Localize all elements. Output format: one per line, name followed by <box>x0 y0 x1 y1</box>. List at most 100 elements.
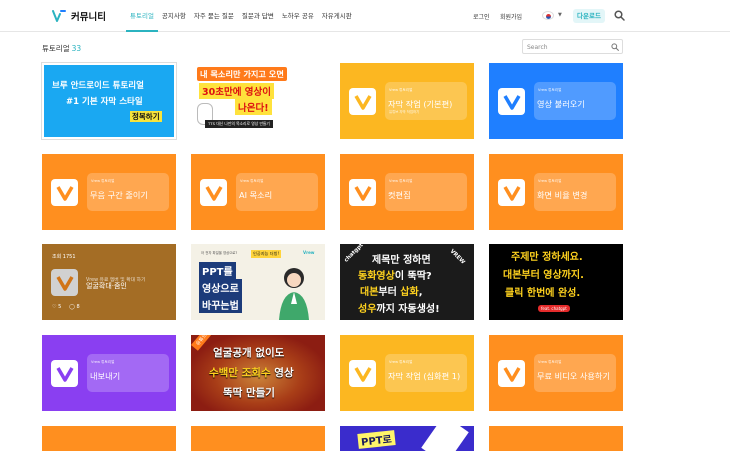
card-line: 바꾸는법 <box>199 296 242 313</box>
card-panel: Vrew 튜토리얼 자막 작업 (기본편) 유튜브 자막 작업하기 <box>385 82 467 120</box>
card-mark: Vrew <box>303 250 315 255</box>
card-panel: Vrew 튜토리얼 AI 목소리 <box>236 173 318 211</box>
card-badge: 인공지능 더빙! <box>251 250 282 258</box>
card-tag: Vrew 튜토리얼 <box>538 360 562 364</box>
search-input[interactable] <box>527 42 607 52</box>
card-label: 내보내기 <box>90 371 121 381</box>
card-label: 얼굴확대·줌인 <box>86 282 127 290</box>
card-line: 대본부터 삽화, <box>360 287 423 298</box>
download-button[interactable]: 다운로드 <box>573 9 605 23</box>
tutorial-card-ppt-partial[interactable]: PPT로 <box>340 426 474 451</box>
card-line: 대본부터 영상까지. <box>503 270 584 281</box>
card-badge: feat. chatgpt <box>538 305 570 312</box>
tutorial-card-subtitle-basic[interactable]: Vrew 튜토리얼 자막 작업 (기본편) 유튜브 자막 작업하기 <box>340 63 474 139</box>
nav-tutorial[interactable]: 튜토리얼 <box>126 0 158 32</box>
card-line: 30초만에 영상이 <box>199 83 274 99</box>
tutorial-card-aspect-ratio[interactable]: Vrew 튜토리얼 화면 비율 변경 <box>489 154 623 230</box>
brand-logo[interactable]: 커뮤니티 <box>52 9 106 23</box>
card-panel: Vrew 튜토리얼 화면 비율 변경 <box>534 173 616 211</box>
page-title-text: 튜토리얼 <box>42 44 70 53</box>
vrew-v-icon <box>349 179 376 206</box>
card-line: 성우까지 자동생성! <box>358 304 440 315</box>
card-label: 영상 불러오기 <box>537 99 585 109</box>
card-panel: Vrew 튜토리얼 자막 작업 (심화편 1) <box>385 354 467 392</box>
card-caption: 아 전자 파일을 영상으로? <box>201 251 238 255</box>
card-label: 무료 비디오 사용하기 <box>537 371 610 381</box>
card-line: 내 목소리만 가지고 오면 <box>197 67 287 81</box>
signup-link[interactable]: 회원가입 <box>500 12 522 21</box>
nav-free-board[interactable]: 자유게시판 <box>318 0 356 32</box>
tutorial-card-ppt-to-video[interactable]: 아 전자 파일을 영상으로? 인공지능 더빙! Vrew PPT를 영상으로 바… <box>191 244 325 320</box>
search-icon[interactable] <box>614 10 625 21</box>
card-line: 브루 안드로이드 튜토리얼 <box>52 81 144 91</box>
card-label: AI 목소리 <box>239 190 273 200</box>
card-line: 나온다! <box>235 99 272 115</box>
card-caption: TTS 대신 나만의 목소리로 영상 만들기 <box>205 120 273 128</box>
nav-qna[interactable]: 질문과 답변 <box>238 0 278 32</box>
brand-name: 커뮤니티 <box>71 12 106 23</box>
vrew-v-icon <box>51 360 78 387</box>
tutorial-card-subtitle-advanced[interactable]: Vrew 튜토리얼 자막 작업 (심화편 1) <box>340 335 474 411</box>
card-line: PPT를 <box>199 262 236 279</box>
card-line: 얼굴공개 없이도 <box>213 347 285 359</box>
card-line: #1 기본 자막 스타일 <box>66 97 143 107</box>
tutorial-card-faceless-video[interactable]: 유튜브 기본 얼굴공개 없이도 수백만 조회수 영상 뚝딱 만들기 <box>191 335 325 411</box>
stripe-decoration <box>421 426 469 451</box>
tutorial-card-free-video[interactable]: Vrew 튜토리얼 무료 비디오 사용하기 <box>489 335 623 411</box>
chevron-down-icon[interactable]: ▼ <box>558 12 562 18</box>
vrew-v-icon <box>498 360 525 387</box>
nav-faq[interactable]: 자주 묻는 질문 <box>190 0 238 32</box>
tutorial-card-chatgpt-script[interactable]: 주제만 정하세요. 대본부터 영상까지. 클릭 한번에 완성. feat. ch… <box>489 244 623 320</box>
person-illustration-icon <box>279 268 309 320</box>
tutorial-card-partial[interactable] <box>42 426 176 451</box>
comment-icon: ◯ <box>69 304 75 310</box>
comment-stat: ◯ 8 <box>69 304 79 310</box>
korea-flag-icon[interactable] <box>542 11 554 20</box>
card-panel: Vrew 튜토리얼 무음 구간 줄이기 <box>87 173 169 211</box>
search-box[interactable] <box>522 39 623 54</box>
card-panel: Vrew 튜토리얼 영상 불러오기 <box>534 82 616 120</box>
tutorial-card-partial[interactable] <box>489 426 623 451</box>
vrew-v-icon <box>498 179 525 206</box>
card-tag: Vrew 튜토리얼 <box>389 360 413 364</box>
tutorial-card-export[interactable]: Vrew 튜토리얼 내보내기 <box>42 335 176 411</box>
tutorial-card-ai-voice[interactable]: Vrew 튜토리얼 AI 목소리 <box>191 154 325 230</box>
card-panel: Vrew 튜토리얼 무료 비디오 사용하기 <box>534 354 616 392</box>
card-mark: VREW <box>448 248 466 266</box>
card-tag: Vrew 튜토리얼 <box>91 179 115 183</box>
card-label: 화면 비율 변경 <box>537 190 588 200</box>
page-title: 튜토리얼 33 <box>42 43 81 54</box>
tutorial-card-import-video[interactable]: Vrew 튜토리얼 영상 불러오기 <box>489 63 623 139</box>
vrew-v-icon <box>200 179 227 206</box>
tutorial-card-android-subtitle[interactable]: 브루 안드로이드 튜토리얼 #1 기본 자막 스타일 정복하기 <box>41 62 177 140</box>
like-count: 5 <box>58 304 62 310</box>
vrew-v-icon <box>349 88 376 115</box>
tutorial-count: 33 <box>71 44 82 53</box>
card-label: 무음 구간 줄이기 <box>90 190 148 200</box>
card-line: 정복하기 <box>130 111 162 122</box>
card-panel: Vrew 튜토리얼 내보내기 <box>87 354 169 392</box>
card-tag: chatgpt <box>343 244 365 264</box>
tutorial-card-fairytale[interactable]: chatgpt VREW 제목만 정하면 동화영상이 뚝딱? 대본부터 삽화, … <box>340 244 474 320</box>
card-panel: Vrew 튜토리얼 컷편집 <box>385 173 467 211</box>
card-label: 자막 작업 (심화편 1) <box>388 371 461 381</box>
login-link[interactable]: 로그인 <box>473 12 490 21</box>
tutorial-card-voice[interactable]: 내 목소리만 가지고 오면 30초만에 영상이 나온다! TTS 대신 나만의 … <box>191 63 325 139</box>
tutorial-card-partial[interactable] <box>191 426 325 451</box>
card-tag: Vrew 튜토리얼 <box>538 179 562 183</box>
card-sub: 유튜브 자막 작업하기 <box>389 110 420 114</box>
nav-notice[interactable]: 공지사항 <box>158 0 190 32</box>
nav-knowhow[interactable]: 노하우 공유 <box>278 0 318 32</box>
card-tag: Vrew 튜토리얼 <box>389 179 413 183</box>
card-line: 영상으로 <box>199 279 242 296</box>
card-line: 클릭 한번에 완성. <box>505 288 581 299</box>
tutorial-card-silence[interactable]: Vrew 튜토리얼 무음 구간 줄이기 <box>42 154 176 230</box>
tutorial-card-cut-edit[interactable]: Vrew 튜토리얼 컷편집 <box>340 154 474 230</box>
tutorial-card-face-zoom[interactable]: 조회 1751 Vrew 유료 멤버 및 확대 하기 얼굴확대·줌인 ♡ 5 ◯… <box>42 244 176 320</box>
card-tag: Vrew 튜토리얼 <box>389 88 413 92</box>
search-icon[interactable] <box>611 43 619 51</box>
card-line: 뚝딱 만들기 <box>223 387 275 399</box>
card-line: 제목만 정하면 <box>372 255 431 266</box>
top-header: 커뮤니티 튜토리얼 공지사항 자주 묻는 질문 질문과 답변 노하우 공유 자유… <box>0 0 730 32</box>
card-line: 주제만 정하세요. <box>511 252 583 263</box>
